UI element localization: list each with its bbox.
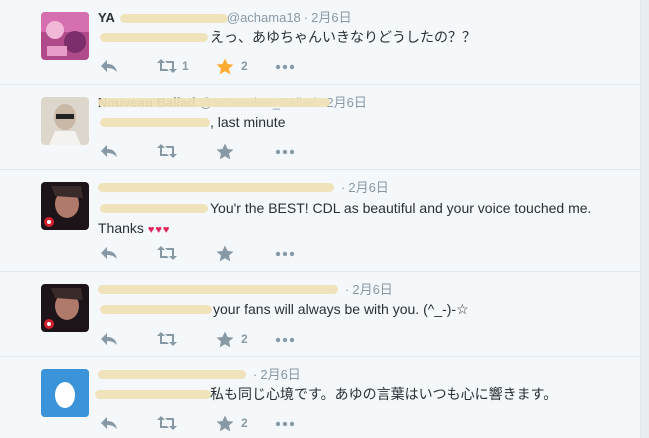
tweet-item[interactable]: YA @achama18 · 2月6日 えっ、あゆちゃんいきなりどうしたの？？ 1 2 (0, 0, 640, 85)
tweet-actions: 2 (100, 330, 340, 348)
star-icon (216, 58, 234, 75)
retweet-count: 1 (182, 59, 189, 73)
favorite-count: 2 (241, 416, 248, 430)
favorite-count: 2 (241, 332, 248, 346)
reply-icon (101, 333, 117, 345)
tweet-item[interactable]: · 2月6日 私も同じ心境です。あゆの言葉はいつも心に響きます。 2 (0, 357, 640, 438)
more-icon (275, 64, 295, 70)
user-handle[interactable]: @achama18 (227, 10, 301, 25)
reply-icon (101, 145, 117, 157)
retweet-icon (157, 416, 177, 430)
star-icon (216, 415, 234, 432)
tweet-item[interactable]: · 2月6日 You'r the BEST! CDL as beautiful a… (0, 170, 640, 272)
retweet-icon (157, 59, 177, 73)
star-icon (216, 143, 234, 160)
redaction-mark (100, 204, 208, 213)
avatar[interactable] (41, 182, 89, 230)
heart-emoji: ♥♥♥ (147, 224, 171, 236)
redaction-mark (98, 98, 330, 107)
star-icon (216, 331, 234, 348)
more-icon (275, 421, 295, 427)
avatar[interactable] (41, 12, 89, 60)
redaction-mark (120, 14, 228, 23)
tweet-timestamp[interactable]: 2月6日 (348, 180, 388, 195)
redaction-mark (100, 33, 208, 42)
avatar[interactable] (41, 369, 89, 417)
redaction-mark (100, 118, 210, 127)
tweet-timestamp[interactable]: 2月6日 (352, 282, 392, 297)
favorite-count: 2 (241, 59, 248, 73)
tweet-actions (100, 244, 340, 262)
tweet-timestamp[interactable]: 2月6日 (326, 95, 366, 110)
redaction-mark (95, 390, 211, 399)
retweet-icon (157, 332, 177, 346)
star-icon (216, 245, 234, 262)
reply-icon (101, 417, 117, 429)
more-icon (275, 251, 295, 257)
tweet-item[interactable]: · 2月6日 your fans will always be with you.… (0, 272, 640, 357)
redaction-mark (98, 285, 338, 294)
more-icon (275, 149, 295, 155)
tweet-timestamp[interactable]: 2月6日 (260, 367, 300, 382)
retweet-icon (157, 246, 177, 260)
tweet-timestamp[interactable]: 2月6日 (311, 10, 351, 25)
avatar[interactable] (41, 97, 89, 145)
tweet-actions: 2 (100, 414, 340, 432)
redaction-mark (100, 305, 212, 314)
scrollbar-track[interactable] (640, 0, 649, 438)
redaction-mark (98, 183, 334, 192)
default-egg-avatar-icon (41, 369, 89, 417)
redaction-mark (98, 370, 246, 379)
tweet-actions: 1 2 (100, 57, 340, 75)
reply-icon (101, 247, 117, 259)
user-name[interactable]: YA (98, 10, 115, 25)
avatar[interactable] (41, 284, 89, 332)
tweet-item[interactable]: Nouveau Ballad@November_Ballad·2月6日 , la… (0, 85, 640, 170)
reply-icon (101, 60, 117, 72)
more-icon (275, 337, 295, 343)
tweet-actions (100, 142, 340, 160)
retweet-icon (157, 144, 177, 158)
